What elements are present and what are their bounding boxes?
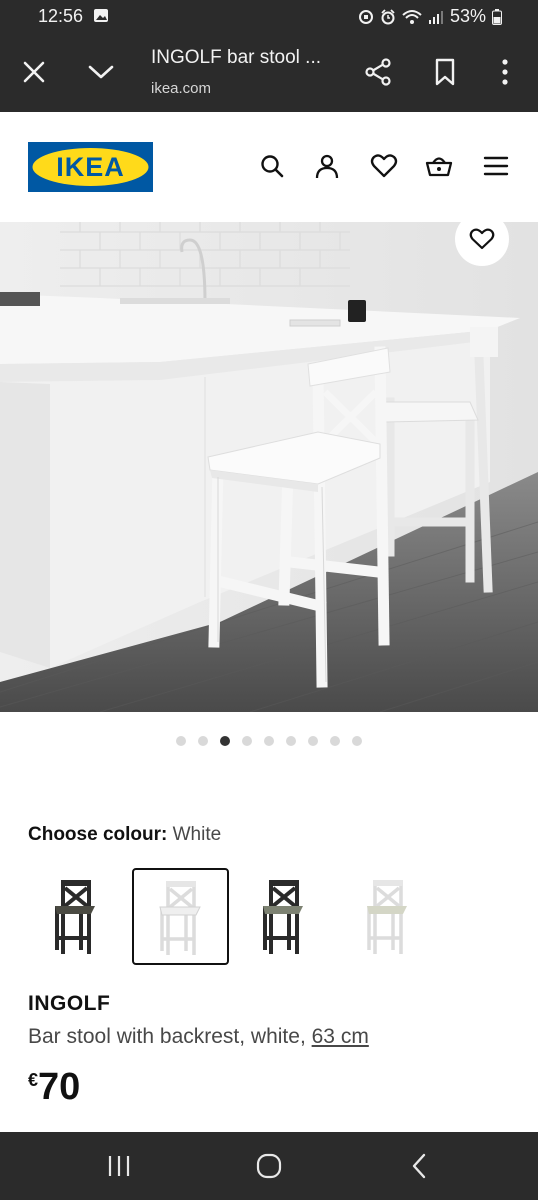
share-icon[interactable] (364, 58, 392, 86)
page-title[interactable]: INGOLF bar stool ... (151, 47, 321, 69)
wifi-icon (402, 9, 422, 24)
site-header: IKEA (0, 112, 538, 222)
system-nav-bar (0, 1132, 538, 1200)
gallery-dot[interactable] (242, 736, 252, 746)
add-to-favourites-button[interactable] (455, 212, 509, 266)
stool-dark-gray-icon (263, 880, 303, 954)
status-time: 12:56 (38, 6, 84, 26)
product-price: €70 (28, 1066, 80, 1109)
stool-white-beige-icon (367, 880, 407, 954)
colour-option-white[interactable] (132, 868, 229, 965)
heart-icon[interactable] (370, 152, 398, 180)
gallery-pagination (0, 736, 538, 746)
search-icon[interactable] (258, 152, 286, 180)
size-link[interactable]: 63 cm (312, 1025, 369, 1048)
browser-toolbar: INGOLF bar stool ... ikea.com (0, 34, 538, 112)
gallery-dot[interactable] (176, 736, 186, 746)
product-description: Bar stool with backrest, white, 63 cm (28, 1025, 369, 1049)
gallery-icon (94, 9, 108, 22)
product-photo (0, 222, 538, 712)
gallery-dot[interactable] (352, 736, 362, 746)
back-icon[interactable] (404, 1152, 434, 1180)
bookmark-icon[interactable] (434, 58, 456, 86)
colour-option-white-beige[interactable] (340, 868, 436, 964)
battery-percent: 53% (449, 6, 486, 26)
colour-option-dark-gray[interactable] (236, 868, 332, 964)
gallery-dot[interactable] (198, 736, 208, 746)
home-icon[interactable] (254, 1152, 284, 1180)
product-description-text: Bar stool with backrest, white, (28, 1025, 306, 1048)
product-image[interactable] (0, 222, 538, 712)
gallery-dot[interactable] (308, 736, 318, 746)
gallery-dot[interactable] (286, 736, 296, 746)
account-icon[interactable] (313, 152, 341, 180)
gallery-dot[interactable] (330, 736, 340, 746)
chevron-down-icon[interactable] (88, 62, 114, 82)
ikea-logo[interactable]: IKEA (28, 142, 153, 192)
alarm-icon (381, 8, 395, 24)
stool-white-icon (158, 880, 201, 955)
svg-text:IKEA: IKEA (56, 152, 125, 182)
price-currency: € (28, 1070, 39, 1090)
status-icons: 53% (358, 6, 502, 27)
colour-label-text: Choose colour: (28, 824, 168, 845)
signal-icon (428, 10, 443, 24)
heart-icon (469, 228, 495, 250)
more-vert-icon[interactable] (500, 58, 510, 86)
selected-colour: White (172, 824, 222, 845)
basket-icon[interactable] (425, 152, 453, 180)
battery-icon (492, 8, 502, 25)
stool-black-brown-icon (55, 880, 95, 954)
gallery-dot-active[interactable] (220, 736, 230, 746)
recents-icon[interactable] (104, 1152, 134, 1180)
price-amount: 70 (38, 1066, 81, 1108)
colour-chooser-label: Choose colour: White (28, 824, 221, 846)
menu-icon[interactable] (482, 152, 510, 180)
product-name: INGOLF (28, 992, 111, 1015)
close-icon[interactable] (22, 60, 46, 84)
data-saver-icon (358, 9, 373, 24)
status-bar: 12:56 53% (0, 0, 538, 34)
page-url[interactable]: ikea.com (151, 80, 211, 97)
colour-option-black-brown[interactable] (28, 868, 124, 964)
gallery-dot[interactable] (264, 736, 274, 746)
